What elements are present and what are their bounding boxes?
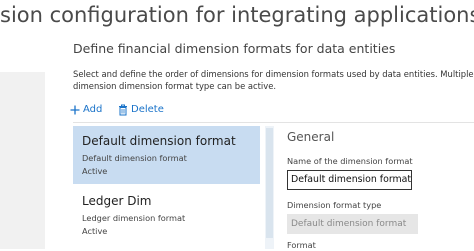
scrollbar-thumb[interactable] [266,128,273,238]
format-field-label: Format [287,240,316,250]
dimension-format-type-field: Default dimension format [287,214,418,234]
page-title: sion configuration for integrating appli… [0,3,474,27]
trash-icon [118,102,128,124]
detail-panel: General Name of the dimension format Def… [287,126,474,250]
delete-button-label: Delete [131,104,164,115]
list-scrollbar[interactable] [265,126,274,249]
section-title: Define financial dimension formats for d… [73,41,396,56]
plus-icon [70,102,80,124]
list-item-default-dimension-format[interactable]: Default dimension format Default dimensi… [73,126,260,184]
general-section-header: General [287,130,335,144]
list-item-title: Ledger Dim [82,194,152,208]
toolbar-divider [73,122,474,123]
list-item-status: Active [82,226,108,236]
dimension-format-name-input[interactable]: Default dimension format [287,170,412,190]
add-button[interactable]: Add [70,102,102,124]
list-item-ledger-dim[interactable]: Ledger Dim Ledger dimension format Activ… [73,186,260,244]
type-field-label: Dimension format type [287,200,382,210]
list-item-title: Default dimension format [82,134,236,148]
delete-button[interactable]: Delete [118,102,164,124]
name-field-label: Name of the dimension format [287,156,413,166]
dimension-format-name-value: Default dimension format [291,174,412,185]
add-button-label: Add [83,104,103,115]
list-item-status: Active [82,166,108,176]
list-item-subtitle: Default dimension format [82,153,187,163]
section-description: Select and define the order of dimension… [73,69,474,91]
list-item-subtitle: Ledger dimension format [82,213,186,223]
left-navigation-panel [0,72,45,249]
